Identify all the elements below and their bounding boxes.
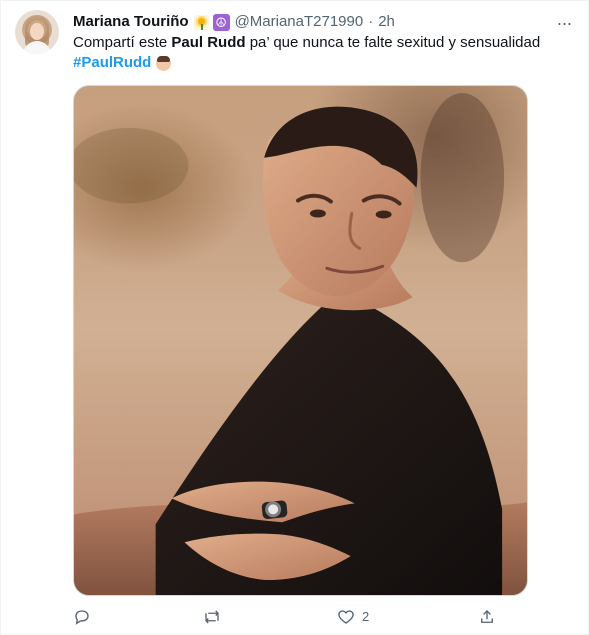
- user-handle[interactable]: @MarianaT271990: [235, 12, 364, 32]
- retweet-icon: [205, 610, 219, 624]
- share-icon: [481, 610, 493, 623]
- tweet-header: Mariana Touriño ☮ @MarianaT271990 · 2h: [73, 12, 572, 32]
- hashtag-link[interactable]: #PaulRudd: [73, 53, 151, 73]
- hashtag-row: #PaulRudd: [73, 53, 563, 73]
- avatar-face: [30, 23, 44, 40]
- heart-icon: [338, 610, 354, 624]
- tweet-timestamp[interactable]: 2h: [378, 12, 395, 32]
- tweet-text-prefix: Compartí este: [73, 34, 172, 51]
- more-dots-icon[interactable]: ···: [552, 11, 576, 35]
- tweet-text-suffix: pa’ que nunca te falte sexitud y sensual…: [245, 34, 541, 51]
- left-eye: [309, 209, 326, 218]
- tweet-card[interactable]: Mariana Touriño ☮ @MarianaT271990 · 2h ·…: [0, 0, 589, 635]
- background-foliage: [74, 127, 189, 204]
- display-name[interactable]: Mariana Touriño: [73, 12, 189, 32]
- right-eye: [375, 210, 392, 219]
- portrait-illustration: [74, 92, 527, 595]
- reply-icon: [75, 610, 89, 625]
- retweet-button[interactable]: [203, 605, 221, 629]
- peace-symbol-icon: ☮: [212, 13, 230, 31]
- like-count: 2: [362, 609, 370, 624]
- tweet-actions: 2: [73, 605, 509, 629]
- tweet-body-line: Compartí este Paul Rudd pa’ que nunca te…: [73, 33, 563, 53]
- tweet-text: Compartí este Paul Rudd pa’ que nunca te…: [73, 33, 563, 73]
- like-button[interactable]: 2: [337, 605, 369, 629]
- tweet-photo[interactable]: [73, 85, 528, 596]
- background-shadow: [420, 92, 505, 263]
- header-separator: ·: [368, 13, 374, 30]
- tweet-bold-name: Paul Rudd: [171, 34, 246, 51]
- reply-button[interactable]: [73, 605, 91, 629]
- man-emoji-icon: [156, 55, 172, 71]
- share-button[interactable]: [478, 605, 496, 629]
- user-avatar[interactable]: [15, 10, 59, 54]
- watch-dial: [268, 504, 279, 515]
- flower-emoji-icon: [193, 14, 209, 30]
